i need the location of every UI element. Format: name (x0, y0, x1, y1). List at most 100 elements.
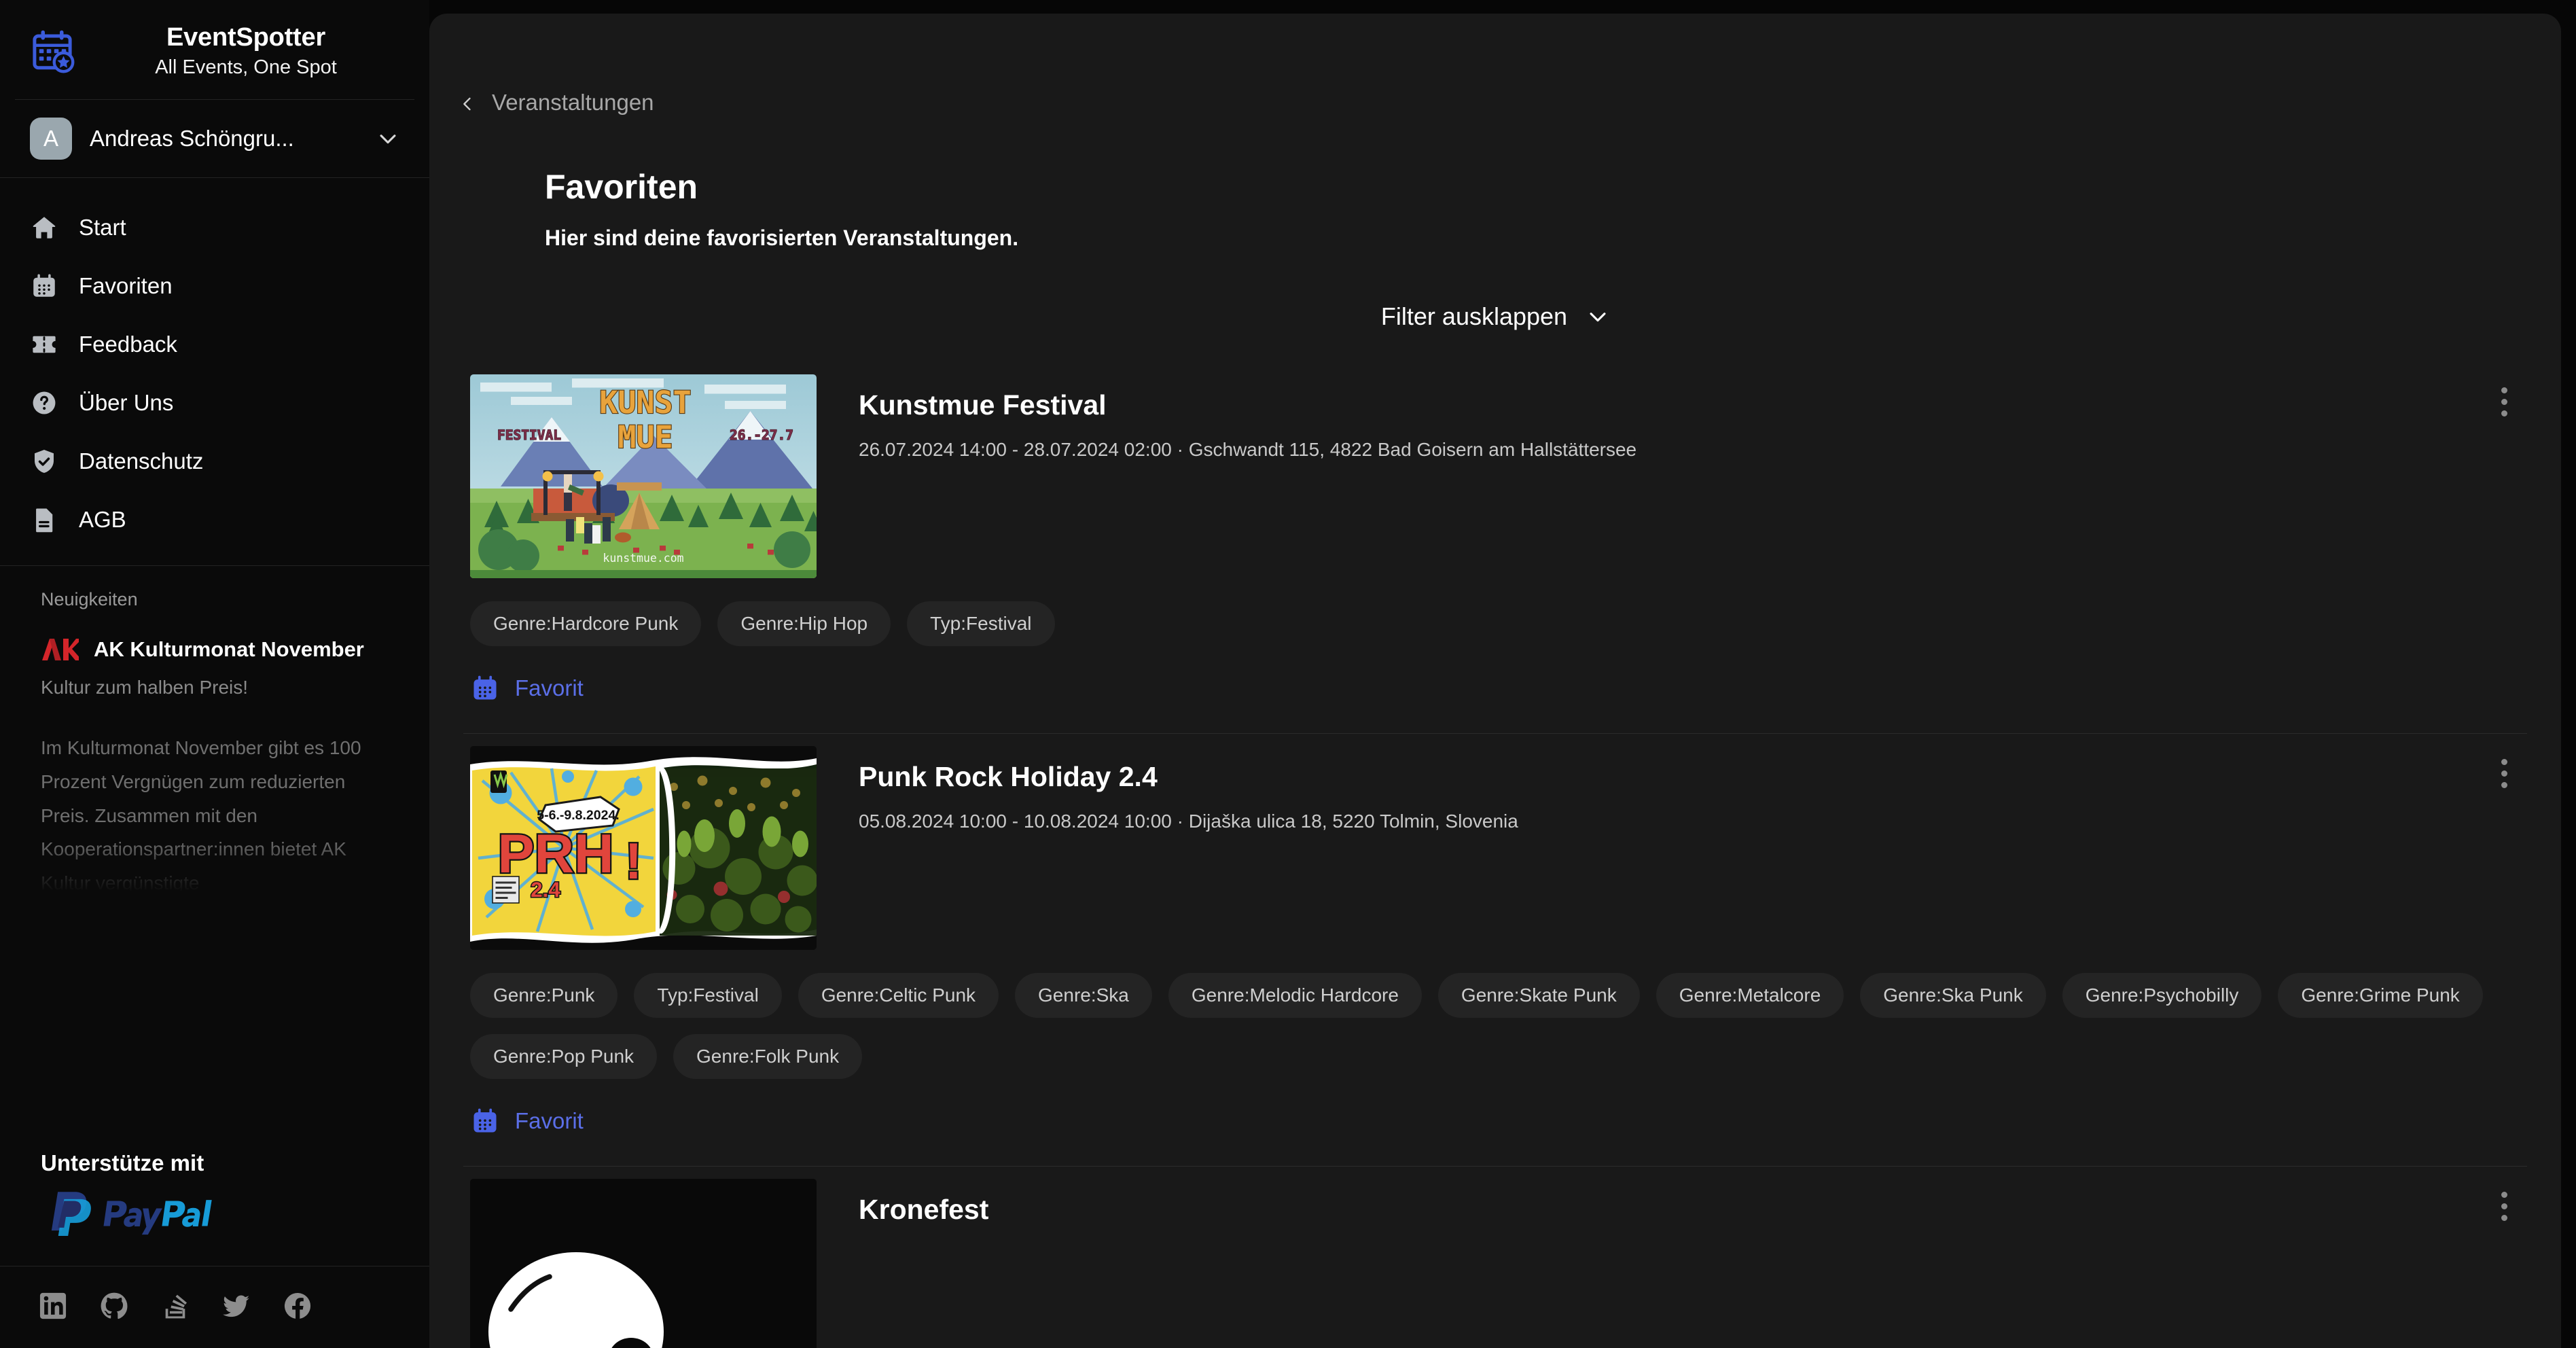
svg-text:!: ! (625, 832, 642, 889)
facebook-icon[interactable] (283, 1291, 312, 1321)
tag[interactable]: Typ:Festival (634, 973, 782, 1018)
app-root: EventSpotter All Events, One Spot A Andr… (0, 0, 2576, 1348)
event-header: KUNST MUE FESTIVAL 26.-27.7 kunstmue.com… (463, 362, 2527, 578)
tag[interactable]: Genre:Hardcore Punk (470, 601, 702, 646)
filter-row: Filter ausklappen (429, 296, 2561, 338)
app-title: EventSpotter (166, 23, 326, 52)
news-item[interactable]: AK Kulturmonat November (41, 636, 389, 663)
tag[interactable]: Genre:Ska Punk (1860, 973, 2046, 1018)
event-card[interactable]: Kronefest (429, 1167, 2561, 1348)
event-tags: Genre:Punk Typ:Festival Genre:Celtic Pun… (463, 973, 2527, 1079)
event-poster-kronefest[interactable] (470, 1179, 817, 1348)
linkedin-icon[interactable] (38, 1291, 68, 1321)
breadcrumb[interactable]: Veranstaltungen (429, 14, 2561, 116)
page-header: Favoriten Hier sind deine favorisierten … (429, 116, 2561, 251)
filter-toggle-label: Filter ausklappen (1380, 302, 1568, 330)
calendar-favorite-icon (470, 1106, 500, 1136)
tag[interactable]: Typ:Festival (907, 601, 1055, 646)
event-poster-kunstmue[interactable]: KUNST MUE FESTIVAL 26.-27.7 kunstmue.com (470, 374, 817, 578)
sidebar-item-start[interactable]: Start (0, 198, 429, 257)
sidebar-item-feedback[interactable]: Feedback (0, 315, 429, 374)
event-info: Punk Rock Holiday 2.4 05.08.2024 10:00 -… (817, 746, 2527, 950)
page-title: Favoriten (545, 168, 698, 206)
tag[interactable]: Genre:Celtic Punk (798, 973, 999, 1018)
event-info: Kronefest (817, 1179, 2527, 1348)
tag[interactable]: Genre:Punk (470, 973, 618, 1018)
calendar-favorite-icon (470, 673, 500, 703)
app-tagline: All Events, One Spot (155, 56, 337, 78)
main-content: Veranstaltungen Favoriten Hier sind dein… (429, 14, 2561, 1348)
chevron-down-icon[interactable] (376, 127, 399, 150)
github-icon[interactable] (99, 1291, 129, 1321)
event-card[interactable]: 5-6.-9.8.2024. PRH ! 2.4 Punk Rock Holid… (429, 734, 2561, 1167)
main-navigation: Start Favoriten Feedback Über Uns Datens… (0, 178, 429, 565)
document-icon (30, 506, 58, 534)
calendar-star-icon (30, 29, 75, 73)
svg-text:2.4: 2.4 (531, 877, 560, 902)
sidebar-item-label: Feedback (79, 332, 177, 357)
breadcrumb-label[interactable]: Veranstaltungen (492, 90, 654, 116)
event-title[interactable]: Kunstmue Festival (859, 389, 2527, 421)
event-header: Kronefest (463, 1167, 2527, 1348)
tag[interactable]: Genre:Skate Punk (1437, 973, 1640, 1018)
brand-header[interactable]: EventSpotter All Events, One Spot (0, 0, 429, 99)
support-panel: Unterstütze mit (0, 1119, 429, 1266)
tag[interactable]: Genre:Ska (1015, 973, 1152, 1018)
svg-text:KUNST: KUNST (599, 385, 691, 421)
sidebar-item-label: Start (79, 215, 126, 240)
event-meta: 26.07.2024 14:00 - 28.07.2024 02:00 · Gs… (859, 439, 1637, 460)
question-circle-icon (30, 389, 58, 417)
event-meta: 05.08.2024 10:00 - 10.08.2024 10:00 · Di… (859, 811, 1518, 832)
user-menu[interactable]: A Andreas Schöngru... (0, 100, 429, 177)
support-title: Unterstütze mit (41, 1150, 204, 1175)
event-title[interactable]: Punk Rock Holiday 2.4 (859, 761, 2527, 793)
tag[interactable]: Genre:Psychobilly (2062, 973, 2262, 1018)
event-info: Kunstmue Festival 26.07.2024 14:00 - 28.… (817, 374, 2527, 578)
paypal-logo[interactable] (41, 1188, 389, 1239)
favorite-button[interactable]: Favorit (463, 1106, 2527, 1136)
svg-text:5-6.-9.8.2024.: 5-6.-9.8.2024. (537, 808, 619, 823)
tag[interactable]: Genre:Metalcore (1656, 973, 1844, 1018)
brand-text: EventSpotter All Events, One Spot (92, 23, 399, 79)
page-subtitle: Hier sind deine favorisierten Veranstalt… (545, 226, 1019, 250)
event-title[interactable]: Kronefest (859, 1194, 2527, 1226)
favorite-label: Favorit (515, 1108, 584, 1133)
event-card[interactable]: KUNST MUE FESTIVAL 26.-27.7 kunstmue.com… (429, 362, 2561, 734)
event-poster-prh[interactable]: 5-6.-9.8.2024. PRH ! 2.4 (470, 746, 817, 950)
social-links (0, 1266, 429, 1348)
home-icon (30, 213, 58, 242)
shield-check-icon (30, 447, 58, 476)
news-heading: Neuigkeiten (41, 589, 138, 609)
news-title: AK Kulturmonat November (94, 637, 364, 661)
tag[interactable]: Genre:Melodic Hardcore (1168, 973, 1422, 1018)
chevron-left-icon[interactable] (458, 93, 477, 112)
favorite-button[interactable]: Favorit (463, 673, 2527, 703)
sidebar-item-favoriten[interactable]: Favoriten (0, 257, 429, 315)
filter-toggle-button[interactable]: Filter ausklappen (1370, 296, 1620, 338)
sidebar-item-ueber-uns[interactable]: Über Uns (0, 374, 429, 432)
more-vertical-icon[interactable] (2485, 1187, 2523, 1225)
calendar-icon (30, 272, 58, 300)
tag[interactable]: Genre:Pop Punk (470, 1034, 658, 1079)
tag[interactable]: Genre:Hip Hop (717, 601, 891, 646)
event-header: 5-6.-9.8.2024. PRH ! 2.4 Punk Rock Holid… (463, 734, 2527, 950)
sidebar-item-label: Favoriten (79, 273, 173, 298)
news-panel: Neuigkeiten AK Kulturmonat November Kult… (0, 566, 429, 901)
favorite-label: Favorit (515, 675, 584, 700)
chevron-down-icon (1586, 305, 1609, 328)
more-vertical-icon[interactable] (2485, 754, 2523, 792)
twitter-icon[interactable] (221, 1291, 251, 1321)
stackoverflow-icon[interactable] (160, 1291, 190, 1321)
svg-text:PRH: PRH (497, 823, 613, 885)
more-vertical-icon[interactable] (2485, 383, 2523, 421)
svg-text:FESTIVAL: FESTIVAL (497, 427, 561, 443)
user-name: Andreas Schöngru... (90, 126, 294, 151)
sidebar-item-datenschutz[interactable]: Datenschutz (0, 432, 429, 491)
svg-text:26.-27.7: 26.-27.7 (730, 427, 793, 443)
sidebar: EventSpotter All Events, One Spot A Andr… (0, 0, 429, 1348)
tag[interactable]: Genre:Folk Punk (673, 1034, 863, 1079)
svg-text:MUE: MUE (618, 419, 673, 455)
tag[interactable]: Genre:Grime Punk (2278, 973, 2483, 1018)
sidebar-item-label: AGB (79, 507, 126, 532)
sidebar-item-agb[interactable]: AGB (0, 491, 429, 549)
